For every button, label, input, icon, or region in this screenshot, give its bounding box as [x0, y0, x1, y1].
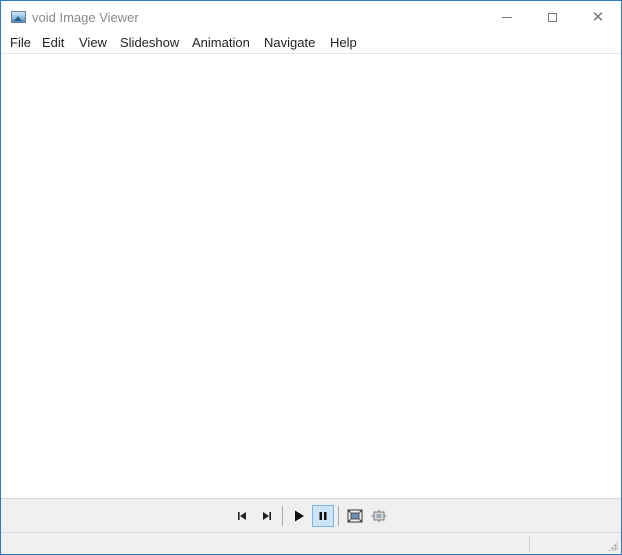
image-canvas[interactable] — [1, 54, 621, 498]
title-bar[interactable]: void Image Viewer ✕ — [1, 1, 621, 33]
resize-grip-icon[interactable] — [608, 541, 618, 551]
best-fit-button[interactable] — [344, 505, 366, 527]
menu-bar: File Edit View Slideshow Animation Navig… — [1, 33, 621, 54]
status-bar — [1, 532, 621, 554]
menu-edit[interactable]: Edit — [42, 35, 64, 50]
pause-icon — [319, 512, 327, 520]
menu-view[interactable]: View — [79, 35, 107, 50]
next-icon — [263, 512, 271, 520]
play-button[interactable] — [288, 505, 310, 527]
best-fit-icon — [347, 509, 363, 523]
app-window: void Image Viewer ✕ File Edit View Slide… — [0, 0, 622, 555]
next-button[interactable] — [256, 505, 278, 527]
menu-navigate[interactable]: Navigate — [264, 35, 315, 50]
close-button[interactable]: ✕ — [575, 1, 621, 33]
playback-toolbar — [1, 498, 621, 532]
maximize-button[interactable] — [529, 1, 575, 33]
menu-help[interactable]: Help — [330, 35, 357, 50]
menu-animation[interactable]: Animation — [192, 35, 250, 50]
window-title: void Image Viewer — [32, 10, 139, 25]
actual-size-icon — [371, 509, 387, 523]
toolbar-separator — [338, 506, 339, 526]
previous-button[interactable] — [231, 505, 253, 527]
menu-slideshow[interactable]: Slideshow — [120, 35, 179, 50]
maximize-icon — [547, 12, 557, 22]
actual-size-button[interactable] — [368, 505, 390, 527]
play-icon — [295, 510, 304, 522]
pause-button[interactable] — [312, 505, 334, 527]
menu-file[interactable]: File — [10, 35, 31, 50]
app-image-icon — [11, 11, 26, 23]
close-icon: ✕ — [591, 8, 605, 26]
minimize-button[interactable] — [484, 1, 530, 33]
status-divider — [529, 536, 530, 552]
toolbar-separator — [282, 506, 283, 526]
previous-icon — [238, 512, 246, 520]
minimize-icon — [502, 16, 512, 18]
